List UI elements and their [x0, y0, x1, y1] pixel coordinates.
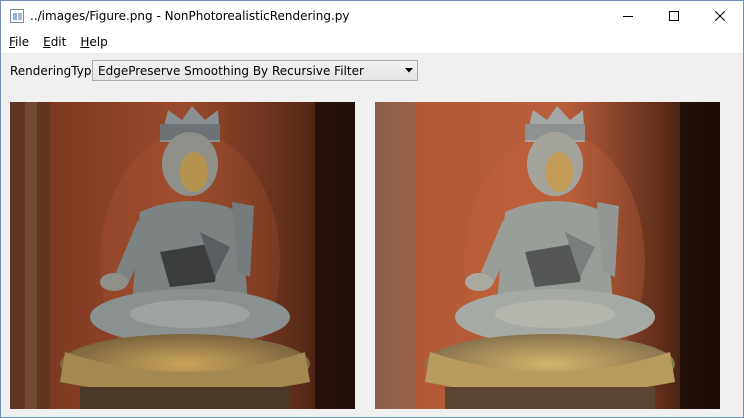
- maximize-icon: [669, 11, 679, 21]
- menu-help[interactable]: Help: [72, 35, 113, 49]
- app-icon: [10, 9, 24, 23]
- title-bar[interactable]: ../images/Figure.png - NonPhotorealistic…: [1, 1, 743, 31]
- original-image: [10, 102, 355, 409]
- main-window: ../images/Figure.png - NonPhotorealistic…: [0, 0, 744, 418]
- close-button[interactable]: [697, 1, 743, 31]
- menu-file[interactable]: File: [1, 35, 35, 49]
- chevron-down-icon: [401, 68, 417, 73]
- minimize-button[interactable]: [605, 1, 651, 31]
- menu-edit[interactable]: Edit: [35, 35, 72, 49]
- rendering-type-value: EdgePreserve Smoothing By Recursive Filt…: [98, 63, 364, 78]
- window-title: ../images/Figure.png - NonPhotorealistic…: [30, 9, 350, 23]
- menu-bar: File Edit Help: [1, 31, 743, 54]
- window-controls: [605, 1, 743, 31]
- rendering-type-combobox[interactable]: EdgePreserve Smoothing By Recursive Filt…: [92, 60, 418, 81]
- toolbar: RenderingType EdgePreserve Smoothing By …: [1, 58, 743, 84]
- minimize-icon: [623, 16, 633, 17]
- rendering-type-label: RenderingType: [10, 64, 99, 78]
- filtered-image: [375, 102, 720, 409]
- close-icon: [715, 11, 725, 21]
- maximize-button[interactable]: [651, 1, 697, 31]
